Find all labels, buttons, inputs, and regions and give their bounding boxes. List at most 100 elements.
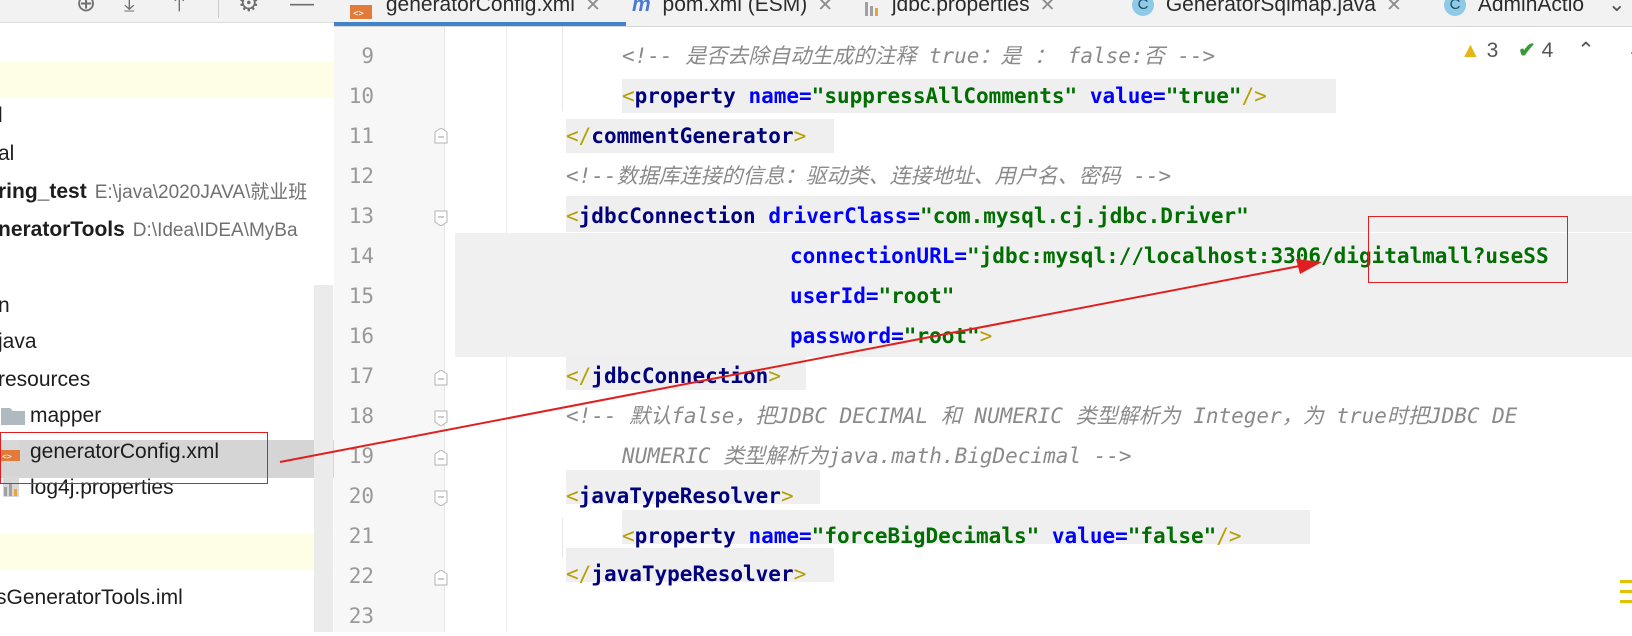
collapse-all-icon[interactable]: ⤒ <box>174 0 185 18</box>
tag-bracket: > <box>768 364 781 388</box>
line-number: 16 <box>348 324 374 348</box>
tab-label: jdbc.properties <box>891 0 1030 16</box>
scroll-marker <box>1620 578 1632 608</box>
tag-bracket: </ <box>566 364 592 388</box>
code-line-22[interactable]: </javaTypeResolver> <box>566 554 806 594</box>
code-line-17[interactable]: </jdbcConnection> <box>566 356 781 396</box>
tab-list-chevron-icon[interactable]: ⌄ <box>1608 0 1626 22</box>
tag-name: commentGenerator <box>591 124 794 148</box>
fold-expand-icon[interactable] <box>434 490 448 506</box>
tag-name: property <box>634 84 736 108</box>
line-number: 10 <box>348 84 374 108</box>
tree-item-iml[interactable]: sGeneratorTools.iml <box>0 580 183 616</box>
tab-adminaction[interactable]: C AdminActio <box>1444 0 1584 22</box>
fold-collapse-icon[interactable] <box>434 570 448 586</box>
chevron-down-icon[interactable]: ⌄ <box>1627 39 1632 62</box>
tag-bracket: > <box>793 562 807 586</box>
close-icon[interactable]: ✕ <box>585 0 601 16</box>
code-line-21[interactable]: <property name="forceBigDecimals" value=… <box>622 516 1242 556</box>
tree-item-label: al <box>0 142 15 165</box>
module-name: neratorTools <box>0 218 125 241</box>
gear-icon[interactable]: ⚙ <box>238 0 260 18</box>
code-line-15[interactable]: userId="root" <box>790 276 954 316</box>
tree-item-java[interactable]: java <box>0 324 37 360</box>
code-line-12[interactable]: <!--数据库连接的信息：驱动类、连接地址、用户名、密码 --> <box>566 156 1171 196</box>
tree-highlight-band <box>0 62 334 98</box>
expand-all-icon[interactable]: ⤓ <box>124 0 135 18</box>
fold-expand-icon[interactable] <box>434 210 448 226</box>
tree-item-module[interactable]: ring_test E:\java\2020JAVA\就业班 <box>0 174 307 210</box>
tree-item[interactable]: al <box>0 136 14 172</box>
module-path: E:\java\2020JAVA\就业班 <box>94 182 308 203</box>
tree-item[interactable]: n <box>0 288 10 324</box>
folder-icon <box>0 403 25 426</box>
code-line-13[interactable]: <jdbcConnection driverClass="com.mysql.c… <box>566 196 1249 236</box>
tree-item-module[interactable]: neratorTools D:\Idea\IDEA\MyBa <box>0 212 298 248</box>
tab-label: AdminActio <box>1477 0 1585 16</box>
tag-bracket: < <box>566 204 579 228</box>
code-comment: <!-- 是否去除自动生成的注释 true：是 ： false:否 --> <box>622 44 1216 68</box>
attr-name: name= <box>735 84 812 108</box>
warning-icon: ▲ <box>1460 39 1481 62</box>
code-line-19[interactable]: NUMERIC 类型解析为java.math.BigDecimal --> <box>622 436 1132 476</box>
code-line-18[interactable]: <!-- 默认false，把JDBC DECIMAL 和 NUMERIC 类型解… <box>566 396 1517 436</box>
line-number: 23 <box>348 604 374 628</box>
tab-generatorconfig[interactable]: <> generatorConfig.xml ✕ <box>350 0 601 22</box>
fold-collapse-icon[interactable] <box>434 370 448 386</box>
tree-item-label: n <box>0 294 10 317</box>
fold-expand-icon[interactable] <box>434 410 448 426</box>
code-line-16[interactable]: password="root"> <box>790 316 992 356</box>
weak-warning-count: 4 <box>1541 39 1554 62</box>
tree-item-resources[interactable]: resources <box>0 362 90 398</box>
tree-item-label: sGeneratorTools.iml <box>0 586 183 609</box>
fold-collapse-icon[interactable] <box>434 450 448 466</box>
add-icon[interactable]: ⊕ <box>76 0 96 18</box>
code-line-10[interactable]: <property name="suppressAllComments" val… <box>622 76 1267 116</box>
attr-name: userId= <box>790 284 879 308</box>
tag-bracket: < <box>566 484 579 508</box>
inspection-widget[interactable]: ▲ 3 ✔ 4 ⌃ ⌄ <box>1460 38 1632 66</box>
tree-item-mapper[interactable]: mapper <box>0 398 101 434</box>
code-line-11[interactable]: </commentGenerator> <box>566 116 806 156</box>
close-icon[interactable]: ✕ <box>1040 0 1056 16</box>
tab-label: GeneratorSqlmap.java <box>1165 0 1376 16</box>
properties-file-icon <box>864 0 882 17</box>
tab-pom[interactable]: m pom.xml (ESM) ✕ <box>632 0 833 22</box>
attr-name: value= <box>1039 524 1128 548</box>
tree-scrollbar[interactable] <box>314 285 333 632</box>
attr-value: "forceBigDecimals" <box>811 524 1040 548</box>
close-icon[interactable]: ✕ <box>817 0 833 16</box>
tag-name: jdbcConnection <box>591 364 769 388</box>
java-class-icon: C <box>1132 0 1154 17</box>
line-number: 19 <box>348 444 374 468</box>
tab-label: generatorConfig.xml <box>385 0 575 16</box>
attr-value: "root" <box>903 324 980 348</box>
tag-name: jdbcConnection <box>578 204 756 228</box>
annotation-box-file <box>0 432 268 484</box>
chevron-up-icon[interactable]: ⌃ <box>1577 39 1595 62</box>
close-icon[interactable]: ✕ <box>1386 0 1402 16</box>
tree-item-label: resources <box>0 368 91 391</box>
line-number: 12 <box>348 164 374 188</box>
fold-collapse-icon[interactable] <box>434 128 448 144</box>
check-icon: ✔ <box>1518 39 1536 62</box>
code-line-20[interactable]: <javaTypeResolver> <box>566 476 794 516</box>
line-number: 22 <box>348 564 374 588</box>
attr-value: "root" <box>878 284 955 308</box>
attr-name: connectionURL= <box>790 244 968 268</box>
tag-bracket: </ <box>566 124 592 148</box>
indent-guide <box>562 27 563 111</box>
tag-bracket: > <box>780 484 794 508</box>
code-line-9[interactable]: <!-- 是否去除自动生成的注释 true：是 ： false:否 --> <box>622 36 1215 76</box>
module-path: D:\Idea\IDEA\MyBa <box>132 220 298 241</box>
minimize-icon[interactable]: — <box>290 0 314 18</box>
attr-value: "false" <box>1127 524 1217 548</box>
tree-item-label: mapper <box>30 404 102 427</box>
line-number: 11 <box>348 124 374 148</box>
tab-generatorsqlmap[interactable]: C GeneratorSqlmap.java ✕ <box>1132 0 1402 22</box>
attr-value: "suppressAllComments" <box>811 84 1078 108</box>
line-number: 14 <box>348 244 374 268</box>
maven-icon: m <box>632 0 651 16</box>
tab-jdbc-properties[interactable]: jdbc.properties ✕ <box>864 0 1056 22</box>
tree-item[interactable]: l <box>0 98 3 134</box>
